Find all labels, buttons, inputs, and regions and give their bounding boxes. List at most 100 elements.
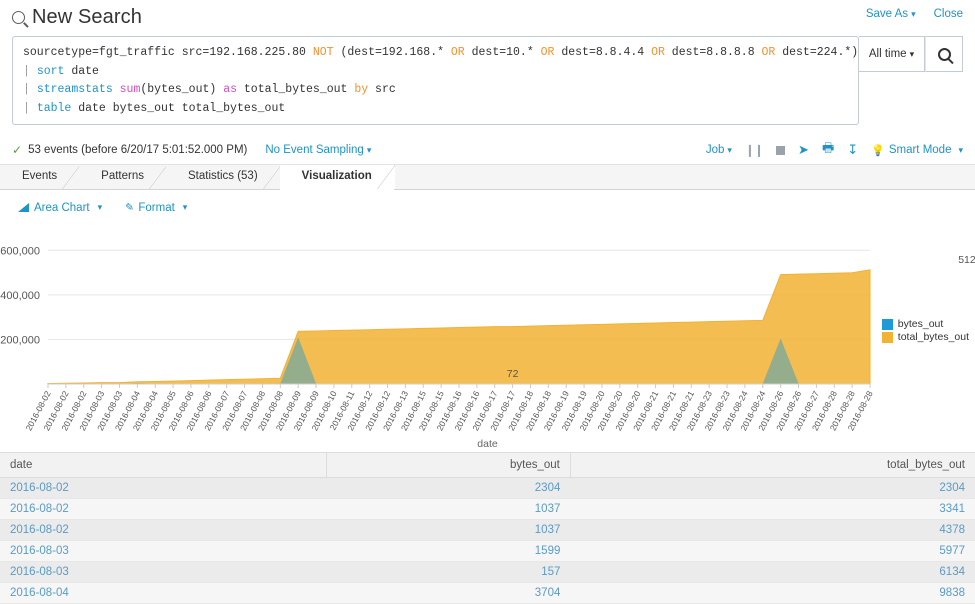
cell-value[interactable]: 2016-08-03 bbox=[10, 545, 69, 557]
search-mode-dropdown[interactable]: 💡 Smart Mode ▾ bbox=[871, 144, 963, 157]
table-row: 2016-08-03 1599 5977 bbox=[0, 540, 975, 562]
page-title: New Search bbox=[12, 6, 975, 29]
cell-value[interactable]: 3704 bbox=[535, 587, 561, 599]
table-row: 2016-08-04 3704 9838 bbox=[0, 582, 975, 604]
search-icon bbox=[12, 11, 25, 24]
y-axis-tick-label: 400,000 bbox=[0, 290, 40, 302]
tab-label: Visualization bbox=[301, 170, 372, 182]
share-icon[interactable]: ➤ bbox=[798, 142, 809, 158]
cell-value[interactable]: 2016-08-02 bbox=[10, 482, 69, 494]
tab-visualization[interactable]: Visualization bbox=[279, 165, 395, 190]
table-cell-date: 2016-08-02 bbox=[0, 477, 327, 499]
legend-item-total-bytes-out[interactable]: total_bytes_out bbox=[881, 331, 969, 344]
header-actions: Save As ▾ Close bbox=[866, 8, 963, 20]
event-count: ✓ 53 events (before 6/20/17 5:01:52.000 … bbox=[12, 143, 247, 157]
page-title-text: New Search bbox=[32, 6, 142, 28]
table-header-row: date bytes_out total_bytes_out bbox=[0, 452, 975, 478]
cell-value[interactable]: 5977 bbox=[939, 545, 965, 557]
run-search-button[interactable] bbox=[925, 36, 963, 72]
cell-value[interactable]: 4378 bbox=[939, 524, 965, 536]
area-chart-icon bbox=[18, 203, 29, 212]
table-cell-bytes-out: 1037 bbox=[326, 498, 571, 520]
search-controls: All time ▾ bbox=[859, 36, 963, 72]
chevron-down-icon: ▾ bbox=[911, 9, 916, 19]
tab-statistics[interactable]: Statistics (53) bbox=[166, 165, 281, 189]
chart-type-picker[interactable]: Area Chart ▾ bbox=[18, 202, 102, 214]
check-icon: ✓ bbox=[12, 142, 23, 157]
job-toolbar: Job ▾ ❙❙ ➤ 🖶 ↧ 💡 Smart Mode ▾ bbox=[706, 135, 963, 165]
query-line-1: sourcetype=fgt_traffic src=192.168.225.8… bbox=[23, 46, 859, 59]
data-point-label: 512,060 bbox=[958, 254, 975, 266]
x-axis-title: date bbox=[477, 438, 498, 450]
close-button[interactable]: Close bbox=[934, 8, 963, 20]
event-count-label: 53 events (before 6/20/17 5:01:52.000 PM… bbox=[28, 143, 248, 156]
time-range-label: All time bbox=[868, 48, 907, 60]
chart-canvas: 200,000400,000600,0002016-08-022016-08-0… bbox=[0, 245, 975, 432]
results-bar: ✓ 53 events (before 6/20/17 5:01:52.000 … bbox=[0, 135, 975, 165]
event-sampling-dropdown[interactable]: No Event Sampling ▾ bbox=[265, 144, 371, 156]
cell-value[interactable]: 2016-08-02 bbox=[10, 503, 69, 515]
query-line-3: | streamstats sum(bytes_out) as total_by… bbox=[23, 83, 396, 96]
legend-label: total_bytes_out bbox=[897, 331, 969, 343]
column-header-bytes-out[interactable]: bytes_out bbox=[326, 452, 571, 478]
cell-value[interactable]: 3341 bbox=[939, 503, 965, 515]
table-cell-date: 2016-08-03 bbox=[0, 540, 327, 562]
tab-patterns[interactable]: Patterns bbox=[79, 165, 167, 189]
table-cell-total-bytes-out: 2304 bbox=[570, 477, 975, 499]
column-header-date[interactable]: date bbox=[0, 452, 328, 478]
table-cell-total-bytes-out: 6134 bbox=[570, 561, 975, 583]
legend-swatch bbox=[881, 319, 893, 330]
table-cell-bytes-out: 157 bbox=[326, 561, 571, 583]
search-mode-label: Smart Mode bbox=[888, 144, 952, 156]
app-header: New Search Save As ▾ Close bbox=[0, 0, 975, 34]
tab-label: Patterns bbox=[101, 170, 144, 182]
table-cell-bytes-out: 2304 bbox=[326, 477, 571, 499]
chevron-down-icon: ▾ bbox=[958, 144, 963, 155]
format-button[interactable]: ✎ Format ▾ bbox=[123, 201, 187, 215]
save-as-button[interactable]: Save As ▾ bbox=[866, 8, 916, 20]
job-label: Job bbox=[705, 144, 725, 156]
tab-events[interactable]: Events bbox=[0, 165, 81, 189]
legend-label: bytes_out bbox=[897, 318, 944, 330]
table-row: 2016-08-02 1037 4378 bbox=[0, 519, 975, 541]
cell-value[interactable]: 9838 bbox=[939, 587, 965, 599]
cell-value[interactable]: 1599 bbox=[535, 545, 561, 557]
table-cell-date: 2016-08-04 bbox=[0, 582, 327, 604]
cell-value[interactable]: 2016-08-02 bbox=[10, 524, 69, 536]
cell-value[interactable]: 2304 bbox=[535, 482, 561, 494]
table-cell-total-bytes-out: 9838 bbox=[570, 582, 975, 604]
tab-label: Statistics (53) bbox=[188, 170, 258, 182]
chevron-down-icon: ▾ bbox=[909, 48, 915, 59]
cell-value[interactable]: 2304 bbox=[939, 482, 965, 494]
event-sampling-label: No Event Sampling bbox=[265, 143, 364, 156]
table-cell-bytes-out: 1037 bbox=[326, 519, 571, 541]
column-header-total-bytes-out[interactable]: total_bytes_out bbox=[570, 452, 975, 478]
table-cell-total-bytes-out: 3341 bbox=[570, 498, 975, 520]
cell-value[interactable]: 1037 bbox=[535, 524, 561, 536]
time-range-picker[interactable]: All time ▾ bbox=[859, 36, 925, 72]
chevron-down-icon: ▾ bbox=[727, 145, 732, 155]
chart-legend: bytes_out total_bytes_out bbox=[881, 318, 969, 344]
area-chart: 200,000 400,000 600,000 2016-08-02 2016-08-0… bbox=[0, 220, 975, 452]
data-point-label: 72 bbox=[507, 368, 519, 380]
search-bar: sourcetype=fgt_traffic src=192.168.225.8… bbox=[12, 36, 963, 125]
table-cell-bytes-out: 1599 bbox=[326, 540, 571, 562]
query-line-4: | table date bytes_out total_bytes_out bbox=[23, 101, 286, 115]
cell-value[interactable]: 2016-08-04 bbox=[10, 587, 69, 599]
cell-value[interactable]: 1037 bbox=[535, 503, 561, 515]
pause-icon[interactable]: ❙❙ bbox=[745, 143, 764, 157]
stop-icon[interactable] bbox=[776, 145, 786, 155]
chevron-down-icon: ▾ bbox=[97, 202, 103, 212]
area-series-total-bytes-out bbox=[47, 269, 871, 385]
legend-item-bytes-out[interactable]: bytes_out bbox=[881, 318, 969, 331]
query-line-2: | sort date bbox=[23, 64, 99, 78]
job-dropdown[interactable]: Job ▾ bbox=[706, 144, 732, 156]
table-cell-bytes-out: 3704 bbox=[326, 582, 571, 604]
visualization-toolbar: Area Chart ▾ ✎ Format ▾ bbox=[0, 190, 975, 220]
print-icon[interactable]: 🖶 bbox=[822, 139, 834, 161]
search-input[interactable]: sourcetype=fgt_traffic src=192.168.225.8… bbox=[12, 36, 859, 125]
download-icon[interactable]: ↧ bbox=[847, 142, 858, 158]
table-cell-date: 2016-08-02 bbox=[0, 498, 327, 520]
table-row: 2016-08-02 1037 3341 bbox=[0, 498, 975, 520]
table-cell-date: 2016-08-02 bbox=[0, 519, 327, 541]
